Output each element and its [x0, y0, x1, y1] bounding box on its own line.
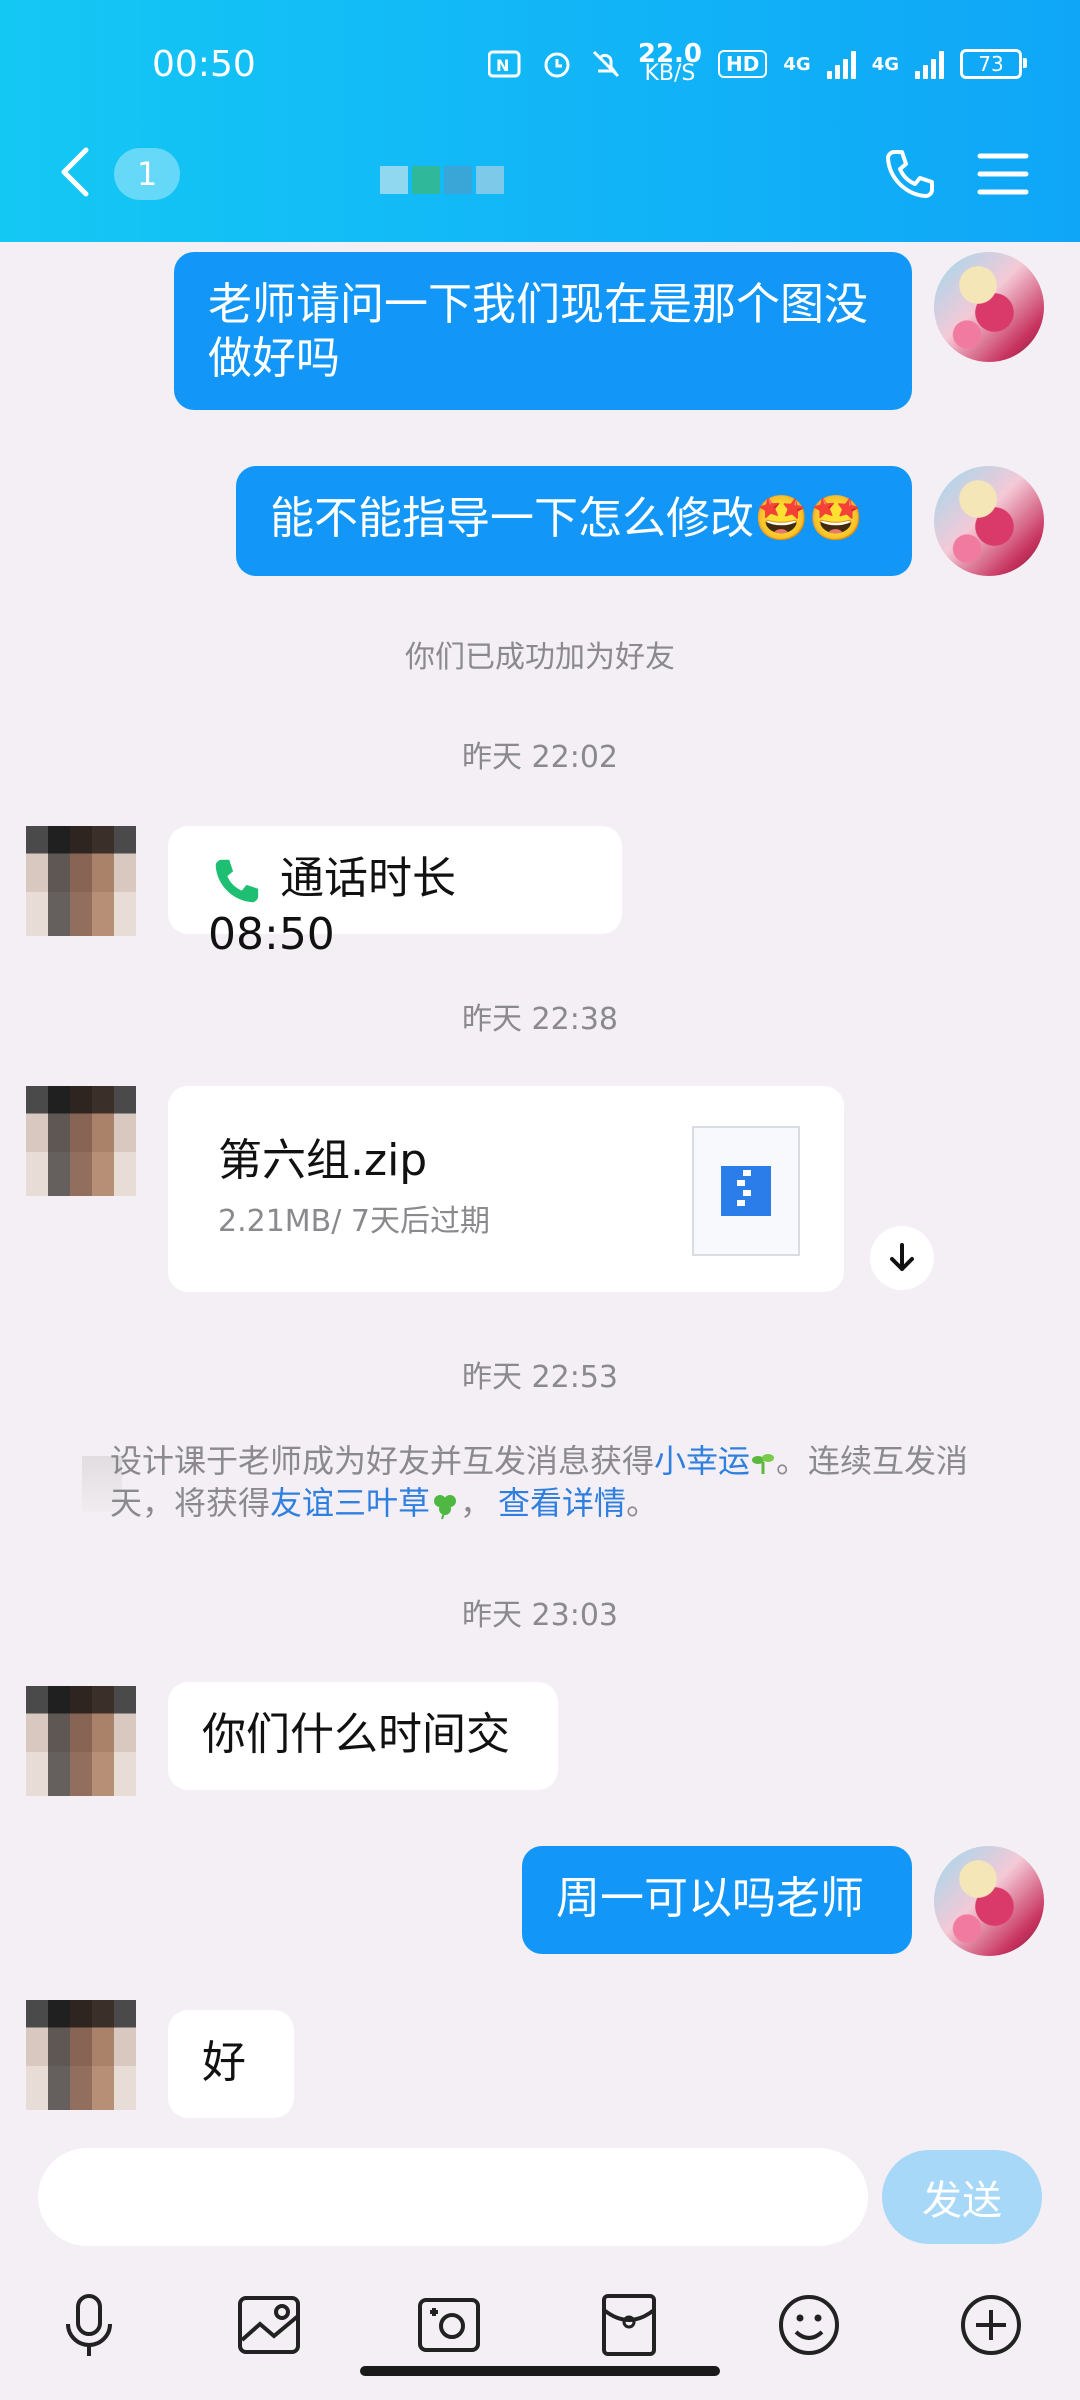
- camera-icon[interactable]: [414, 2290, 484, 2360]
- contact-message-bubble[interactable]: 你们什么时间交: [168, 1682, 558, 1790]
- my-message-bubble[interactable]: 老师请问一下我们现在是那个图没做好吗: [174, 252, 912, 410]
- message-input[interactable]: [38, 2148, 868, 2246]
- download-icon: [890, 1243, 914, 1271]
- network-type-2: 4G: [871, 53, 899, 75]
- timestamp: 昨天 22:53: [462, 1360, 618, 1395]
- system-notice-friend-added: 你们已成功加为好友: [405, 640, 675, 675]
- contact-avatar[interactable]: [26, 1686, 136, 1796]
- file-message-card[interactable]: 第六组.zip 2.21MB/ 7天后过期: [168, 1086, 844, 1292]
- chat-title-blurred: [380, 166, 504, 194]
- mute-icon: [592, 50, 619, 78]
- notice-text: ，: [460, 1484, 493, 1522]
- contact-avatar[interactable]: [26, 1086, 136, 1196]
- contact-avatar[interactable]: [26, 826, 136, 936]
- network-speed: 22.0 KB/S: [638, 41, 702, 86]
- notice-text: 天，将获得: [110, 1484, 271, 1522]
- my-message-bubble[interactable]: 周一可以吗老师: [522, 1846, 912, 1954]
- little-luck-link[interactable]: 小幸运: [654, 1442, 750, 1480]
- battery-icon: 73: [960, 49, 1027, 79]
- my-avatar[interactable]: [934, 252, 1044, 362]
- status-time: 00:50: [152, 44, 256, 85]
- friendship-clover-link[interactable]: 友谊三叶草: [270, 1484, 430, 1522]
- my-message-bubble[interactable]: 能不能指导一下怎么修改🤩🤩: [236, 466, 912, 576]
- composer-area: 发送: [0, 2120, 1080, 2400]
- timestamp: 昨天 23:03: [462, 1598, 618, 1633]
- file-name: 第六组.zip: [218, 1135, 428, 1186]
- download-button[interactable]: [870, 1226, 934, 1290]
- sprout-icon: [752, 1454, 775, 1474]
- status-icons: N 22.0 KB/S HD 4G 4G 73: [487, 41, 1027, 86]
- my-avatar[interactable]: [934, 1846, 1044, 1956]
- svg-text:N: N: [496, 56, 509, 75]
- unread-count-badge[interactable]: 1: [114, 148, 180, 200]
- network-type-1: 4G: [783, 53, 811, 75]
- chevron-left-icon[interactable]: [56, 144, 96, 200]
- home-indicator[interactable]: [360, 2366, 720, 2376]
- nfc-icon: N: [487, 50, 521, 78]
- chat-header: 00:50 N 22.0 KB/S HD 4G 4G 73 1: [0, 0, 1080, 242]
- view-details-link[interactable]: 查看详情: [498, 1484, 626, 1522]
- notice-text: 。连续互发消: [776, 1442, 969, 1480]
- phone-call-icon: [215, 859, 259, 903]
- phone-icon[interactable]: [880, 146, 936, 202]
- call-record-bubble[interactable]: 通话时长 08:50: [168, 826, 622, 960]
- contact-message-bubble[interactable]: 好: [168, 2010, 294, 2118]
- notice-text: 。: [626, 1484, 659, 1522]
- zip-file-icon: [692, 1126, 800, 1256]
- notice-text: 设计课于老师成为好友并互发消息获得: [110, 1442, 655, 1480]
- timestamp: 昨天 22:38: [462, 1002, 618, 1037]
- hd-badge: HD: [718, 50, 768, 78]
- clover-icon: [434, 1495, 457, 1520]
- network-speed-unit: KB/S: [644, 61, 696, 86]
- emoji-icon[interactable]: [774, 2290, 844, 2360]
- signal-icon: [826, 49, 856, 79]
- signal-icon-2: [915, 49, 944, 79]
- image-icon[interactable]: [234, 2290, 304, 2360]
- my-avatar[interactable]: [934, 466, 1044, 576]
- timestamp: 昨天 22:02: [462, 740, 618, 775]
- contact-avatar[interactable]: [26, 2000, 136, 2110]
- friendship-notice: 设计课于老师成为好友并互发消息获得小幸运 。连续互发消 天，将获得友谊三叶草 ，查看…: [110, 1440, 1010, 1524]
- menu-icon[interactable]: [976, 150, 1030, 198]
- alarm-icon: [544, 52, 570, 78]
- file-meta: 2.21MB/ 7天后过期: [218, 1204, 490, 1239]
- red-packet-icon[interactable]: [594, 2290, 664, 2360]
- send-button[interactable]: 发送: [882, 2150, 1042, 2244]
- microphone-icon[interactable]: [54, 2290, 124, 2360]
- plus-circle-icon[interactable]: [956, 2290, 1026, 2360]
